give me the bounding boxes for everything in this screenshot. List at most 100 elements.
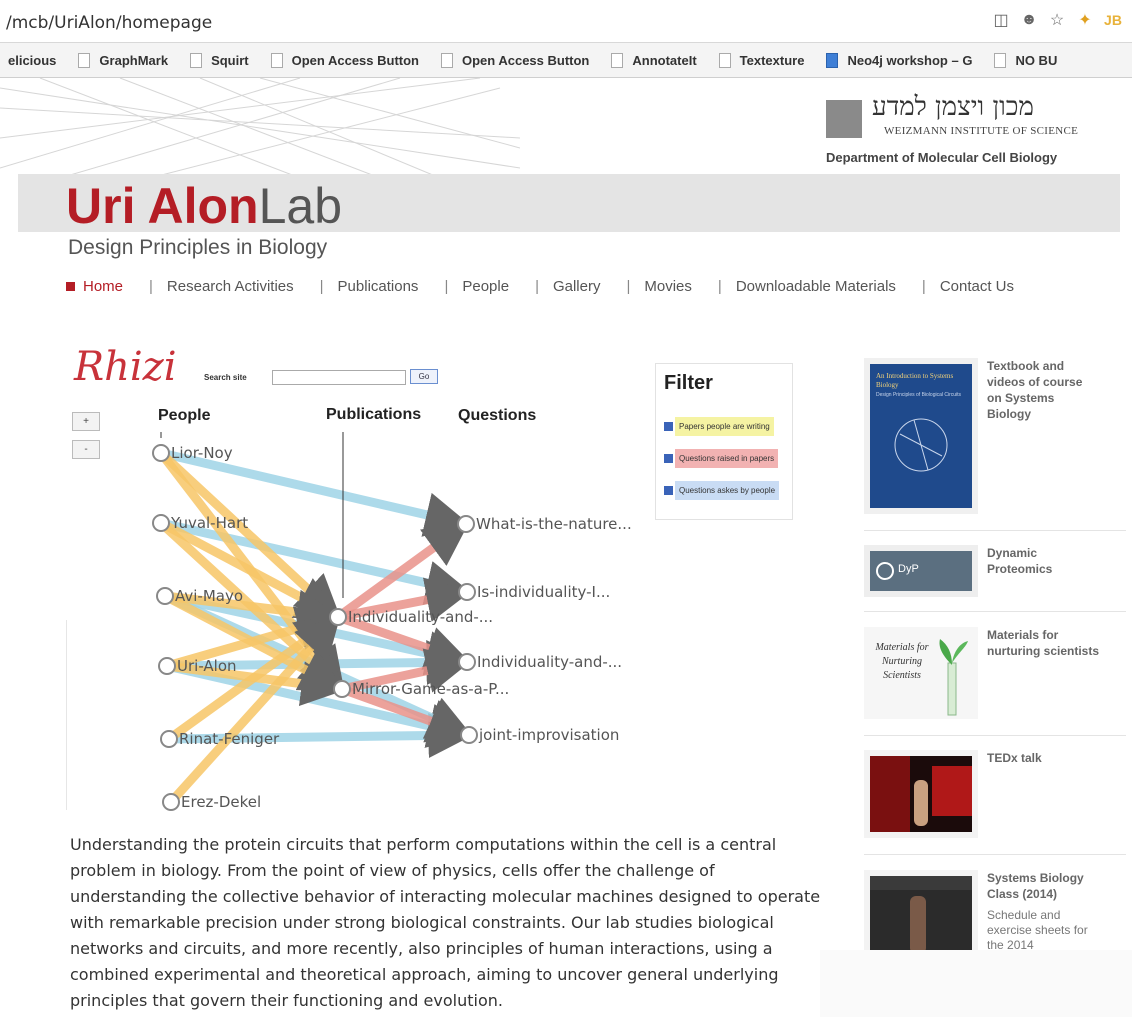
nav-separator: | xyxy=(717,278,722,295)
filter-panel: Filter Papers people are writing Questio… xyxy=(655,363,793,520)
node-circle-icon[interactable] xyxy=(152,514,170,532)
search-label: Search site xyxy=(204,373,247,382)
nav-separator: | xyxy=(535,278,539,295)
column-header-questions: Questions xyxy=(458,407,537,424)
sidebar-title-textbook[interactable]: Textbook and videos of course on Systems… xyxy=(987,358,1099,422)
node-circle-icon[interactable] xyxy=(152,444,170,462)
site-title-bold: Uri Alon xyxy=(66,178,259,234)
node-label: Individuality-and-... xyxy=(477,653,622,671)
site-title-light: Lab xyxy=(258,178,343,234)
dynamic-proteomics-thumbnail[interactable]: DyP xyxy=(864,545,978,597)
filter-title: Filter xyxy=(664,372,713,394)
person-node[interactable]: Avi-Mayo xyxy=(156,587,243,605)
node-label: Yuval-Hart xyxy=(170,514,248,532)
go-button[interactable]: Go xyxy=(410,369,438,384)
question-node[interactable]: What-is-the-nature... xyxy=(457,515,632,533)
node-label: Is-individuality-I... xyxy=(477,583,610,601)
site-title[interactable]: Uri AlonLab xyxy=(66,177,342,235)
node-circle-icon[interactable] xyxy=(156,587,174,605)
nav-movies[interactable]: Movies xyxy=(644,278,692,295)
person-node[interactable]: Yuval-Hart xyxy=(152,514,248,532)
url-text[interactable]: /mcb/UriAlon/homepage xyxy=(6,13,212,33)
person-node[interactable]: Uri-Alon xyxy=(158,657,237,675)
checkbox-checked-icon[interactable] xyxy=(664,422,673,431)
node-circle-icon[interactable] xyxy=(329,608,347,626)
filter-item-questions-raised[interactable]: Questions raised in papers xyxy=(664,449,779,468)
extension-icon[interactable]: ☻ xyxy=(1018,9,1040,31)
node-circle-icon[interactable] xyxy=(458,653,476,671)
node-circle-icon[interactable] xyxy=(160,730,178,748)
institute-hebrew-name: מכון ויצמן למדע xyxy=(872,92,1034,122)
person-node[interactable]: Rinat-Feniger xyxy=(160,730,280,748)
plant-icon xyxy=(939,639,968,716)
node-label: joint-improvisation xyxy=(478,726,619,744)
lecturer-figure-icon xyxy=(910,896,926,954)
bookmark-item[interactable]: Squirt xyxy=(190,52,249,68)
sidebar-title-materials[interactable]: Materials for nurturing scientists xyxy=(987,627,1099,659)
nav-downloadable-materials[interactable]: Downloadable Materials xyxy=(736,278,896,295)
bookmark-item[interactable]: AnnotateIt xyxy=(611,52,697,68)
person-node[interactable]: Lior-Noy xyxy=(152,444,233,462)
nav-contact-us[interactable]: Contact Us xyxy=(940,278,1014,295)
bookmark-item[interactable]: Neo4j workshop – G xyxy=(826,52,972,68)
node-label: Avi-Mayo xyxy=(175,587,243,605)
filter-item-papers-writing[interactable]: Papers people are writing xyxy=(664,417,774,436)
nav-people[interactable]: People xyxy=(462,278,509,295)
checkbox-checked-icon[interactable] xyxy=(664,454,673,463)
publication-node[interactable]: Mirror-Game-as-a-P... xyxy=(333,680,509,698)
nav-separator: | xyxy=(149,278,153,295)
page-icon xyxy=(441,52,453,68)
nav-research-activities[interactable]: Research Activities xyxy=(167,278,294,295)
zoom-in-button[interactable]: + xyxy=(72,412,100,431)
tedx-thumbnail[interactable] xyxy=(864,750,978,838)
bookmark-item[interactable]: GraphMark xyxy=(78,52,168,68)
node-circle-icon[interactable] xyxy=(158,657,176,675)
textbook-thumbnail[interactable]: An Introduction to Systems Biology Desig… xyxy=(864,358,978,514)
filter-item-questions-asked[interactable]: Questions askes by people xyxy=(664,481,780,500)
star-icon[interactable]: ☆ xyxy=(1046,9,1068,31)
nav-gallery[interactable]: Gallery xyxy=(553,278,601,295)
node-circle-icon[interactable] xyxy=(457,515,475,533)
bookmark-item[interactable]: Open Access Button xyxy=(441,52,589,68)
site-subtitle: Design Principles in Biology xyxy=(68,236,328,259)
class-video-frame xyxy=(870,876,972,954)
intro-paragraph: Understanding the protein circuits that … xyxy=(70,835,821,1010)
color-wheel-icon[interactable]: ✦ xyxy=(1074,9,1096,31)
question-node[interactable]: joint-improvisation xyxy=(460,726,619,744)
sidebar-title-class[interactable]: Systems Biology Class (2014) xyxy=(987,870,1099,902)
class-thumbnail[interactable] xyxy=(864,870,978,954)
node-circle-icon[interactable] xyxy=(460,726,478,744)
nav-home[interactable]: Home xyxy=(83,278,123,295)
bookmark-item[interactable]: Open Access Button xyxy=(270,52,419,68)
address-bar[interactable]: /mcb/UriAlon/homepage ◫ ☻ ☆ ✦ JB xyxy=(0,0,1132,43)
bookmark-item[interactable]: NO BU xyxy=(994,52,1057,68)
sidebar-title-tedx[interactable]: TEDx talk xyxy=(987,750,1099,766)
book-cover-title: An Introduction to Systems Biology xyxy=(876,372,954,389)
node-circle-icon[interactable] xyxy=(162,793,180,811)
rhizi-graph[interactable]: Lior-Noy Yuval-Hart Avi-Mayo Uri-Alon Rinat-… xyxy=(60,430,660,830)
sidebar-divider xyxy=(864,735,1126,736)
bookmark-item[interactable]: Textexture xyxy=(718,52,804,68)
node-label: Lior-Noy xyxy=(171,444,233,462)
weizmann-logo-icon[interactable] xyxy=(826,100,862,138)
jb-extension-icon[interactable]: JB xyxy=(1102,9,1124,31)
tedx-video-frame xyxy=(870,756,972,832)
node-circle-icon[interactable] xyxy=(333,680,351,698)
rhizi-logo[interactable]: Rhizi xyxy=(74,344,177,390)
sidebar-title-dynamic-proteomics[interactable]: Dynamic Proteomics xyxy=(987,545,1099,577)
book-cover-diagram-icon xyxy=(894,418,948,472)
main-nav: Home | Research Activities | Publication… xyxy=(66,278,1014,295)
publication-node[interactable]: Individuality-and-... xyxy=(329,608,493,626)
question-node[interactable]: Is-individuality-I... xyxy=(458,583,610,601)
materials-thumbnail[interactable]: Materials for Nurturing Scientists xyxy=(864,627,978,719)
bookmark-item[interactable]: elicious xyxy=(8,53,56,68)
dyp-label: DyP xyxy=(898,563,919,575)
checkbox-checked-icon[interactable] xyxy=(664,486,673,495)
node-circle-icon[interactable] xyxy=(458,583,476,601)
nav-publications[interactable]: Publications xyxy=(338,278,419,295)
column-header-publications: Publications xyxy=(326,406,422,423)
question-node[interactable]: Individuality-and-... xyxy=(458,653,622,671)
search-input[interactable] xyxy=(272,370,406,385)
doc-icon xyxy=(826,52,839,68)
page-action-icon[interactable]: ◫ xyxy=(990,9,1012,31)
